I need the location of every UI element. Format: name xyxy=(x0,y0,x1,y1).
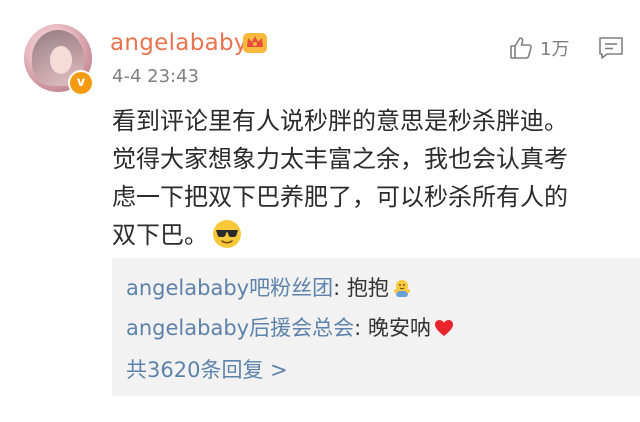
hug-emoji-icon xyxy=(393,280,410,297)
reply-separator: : xyxy=(333,276,347,300)
reply-author-link[interactable]: angelababy后援会总会 xyxy=(126,316,354,340)
crown-member-icon[interactable] xyxy=(242,30,268,54)
reply-item[interactable]: angelababy后援会总会: 晚安呐 xyxy=(126,312,454,342)
verified-v-badge-icon: v xyxy=(68,70,94,96)
like-count: 1万 xyxy=(540,39,570,60)
reply-author-link[interactable]: angelababy吧粉丝团 xyxy=(126,276,333,300)
red-heart-icon xyxy=(434,320,453,336)
reply-list: angelababy吧粉丝团: 抱抱 angelababy后援会总会: 晚安呐 … xyxy=(112,258,640,396)
reply-text: 晚安呐 xyxy=(367,316,431,340)
view-all-replies-link[interactable]: 共3620条回复 > xyxy=(126,354,288,384)
sunglasses-emoji-icon xyxy=(213,220,241,248)
post-content: 看到评论里有人说秒胖的意思是秒杀胖迪。觉得大家想象力太丰富之余，我也会认真考虑一… xyxy=(112,102,582,254)
weibo-post-card: v angelababy 4-4 23:43 1万 看到评论里有人说秒胖的意思是… xyxy=(0,0,640,422)
post-timestamp: 4-4 23:43 xyxy=(112,66,199,87)
username-link[interactable]: angelababy xyxy=(110,30,248,56)
thumbs-up-icon xyxy=(510,37,532,59)
comment-bubble-icon[interactable] xyxy=(598,36,624,60)
reply-item[interactable]: angelababy吧粉丝团: 抱抱 xyxy=(126,272,412,302)
like-button[interactable]: 1万 xyxy=(508,34,569,62)
reply-separator: : xyxy=(354,316,368,340)
reply-text: 抱抱 xyxy=(346,276,389,300)
post-text: 看到评论里有人说秒胖的意思是秒杀胖迪。觉得大家想象力太丰富之余，我也会认真考虑一… xyxy=(112,107,568,249)
